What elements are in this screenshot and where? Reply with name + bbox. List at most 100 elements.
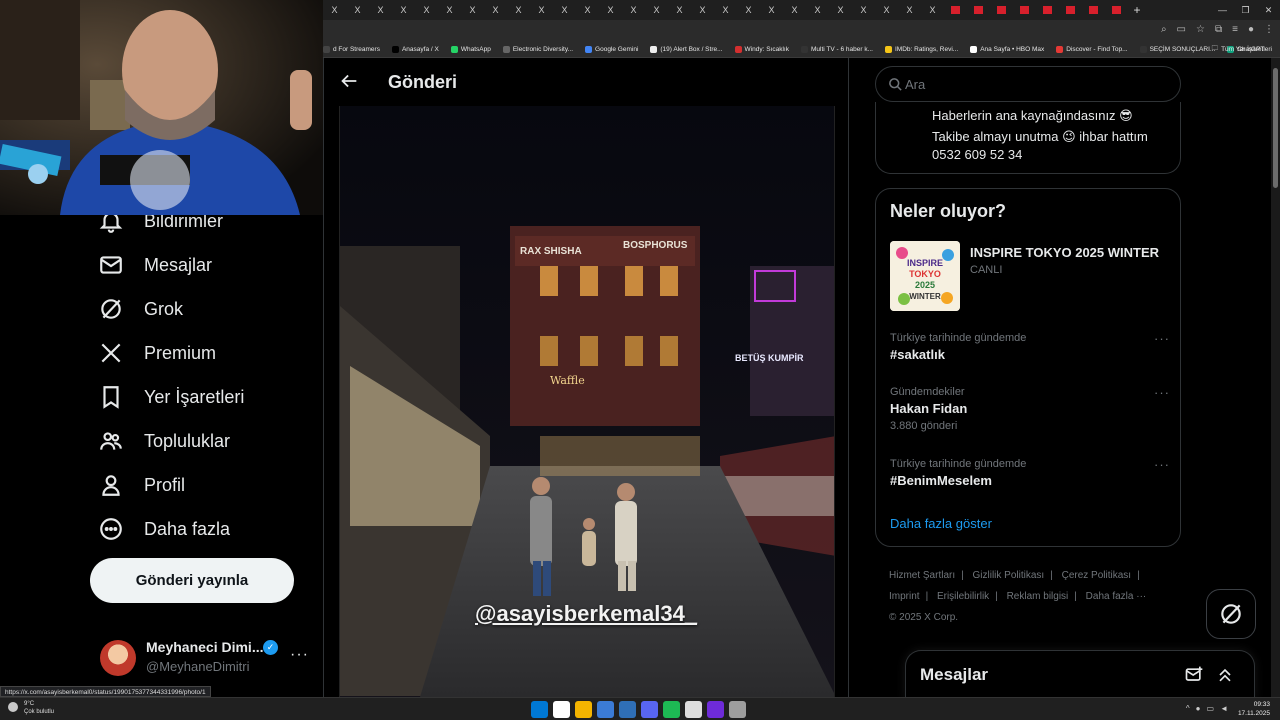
browser-tab[interactable]: X — [760, 0, 783, 20]
media-icon[interactable]: ≡ — [1232, 24, 1238, 35]
footer-link-more[interactable]: Daha fazla ··· — [1086, 591, 1147, 602]
bookmark-item[interactable]: Ana Sayfa • HBO Max — [970, 46, 1044, 53]
browser-tab[interactable]: X — [530, 0, 553, 20]
weather-widget[interactable]: 9°C Çok bulutlu — [8, 700, 54, 716]
bookmark-item[interactable]: Anasayfa / X — [391, 46, 439, 53]
extensions-icon[interactable]: ⧉ — [1215, 24, 1222, 35]
account-switcher[interactable]: Meyhaneci Dimi... ✓ @MeyhaneDimitri ··· — [100, 636, 315, 680]
footer-link-imprint[interactable]: Imprint — [889, 591, 920, 602]
browser-tab[interactable]: X — [553, 0, 576, 20]
browser-tab[interactable]: X — [392, 0, 415, 20]
browser-tab[interactable]: X — [369, 0, 392, 20]
expand-drawer-icon[interactable] — [1215, 665, 1235, 685]
trend-more-icon[interactable]: ··· — [1154, 331, 1170, 346]
app-icon[interactable] — [597, 701, 614, 718]
post-photo[interactable]: RAX SHISHA BOSPHORUS Waffle BETÜŞ KUMPİR… — [339, 106, 835, 697]
nav-grok[interactable]: Grok — [98, 291, 183, 327]
post-button[interactable]: Gönderi yayınla — [90, 558, 294, 603]
browser-tab[interactable]: X — [898, 0, 921, 20]
start-icon[interactable] — [531, 701, 548, 718]
system-clock[interactable]: 09:33 17.11.2025 — [1238, 700, 1270, 718]
chrome-icon[interactable] — [553, 701, 570, 718]
browser-tab[interactable]: X — [921, 0, 944, 20]
back-arrow-icon[interactable] — [338, 70, 360, 92]
menu-icon[interactable]: ⋮ — [1264, 24, 1274, 35]
page-scrollbar[interactable] — [1271, 58, 1280, 697]
browser-tab[interactable]: X — [622, 0, 645, 20]
browser-tab[interactable]: X — [806, 0, 829, 20]
browser-tab[interactable]: X — [576, 0, 599, 20]
search-box[interactable]: Ara — [875, 66, 1181, 102]
footer-link-privacy[interactable]: Gizlilik Politikası — [973, 570, 1045, 581]
browser-tab[interactable]: X — [875, 0, 898, 20]
browser-tab-youtube[interactable] — [1059, 0, 1082, 20]
bookmark-item[interactable]: d For Streamers — [323, 46, 380, 53]
settings-icon[interactable] — [729, 701, 746, 718]
footer-link-cookies[interactable]: Çerez Politikası — [1062, 570, 1131, 581]
steam-icon[interactable] — [619, 701, 636, 718]
browser-tab-youtube[interactable] — [1105, 0, 1128, 20]
nav-profile[interactable]: Profil — [98, 467, 185, 503]
browser-tab[interactable]: X — [323, 0, 346, 20]
nav-bookmarks[interactable]: Yer İşaretleri — [98, 379, 244, 415]
browser-tab-youtube[interactable] — [990, 0, 1013, 20]
featured-event-image[interactable]: INSPIRE TOKYO 2025 WINTER — [890, 241, 960, 311]
star-icon[interactable]: ☆ — [1196, 24, 1205, 35]
chevron-up-icon[interactable]: ^ — [1186, 704, 1190, 713]
minimize-icon[interactable]: — — [1211, 0, 1234, 20]
new-tab-button[interactable]: + — [1128, 0, 1146, 20]
nav-messages[interactable]: Mesajlar — [98, 247, 212, 283]
trend-item[interactable]: Gündemdekiler Hakan Fidan 3.880 gönderi … — [890, 385, 1170, 432]
trend-item[interactable]: Türkiye tarihinde gündemde #sakatlık ··· — [890, 331, 1170, 362]
browser-tab-youtube[interactable] — [967, 0, 990, 20]
browser-tab-youtube[interactable] — [1013, 0, 1036, 20]
file-explorer-icon[interactable] — [575, 701, 592, 718]
bookmark-item[interactable]: SEÇİM SONUÇLARI... — [1139, 46, 1215, 53]
browser-tab[interactable]: X — [461, 0, 484, 20]
footer-link-ads-info[interactable]: Reklam bilgisi — [1007, 591, 1069, 602]
microphone-icon[interactable]: ● — [1196, 704, 1201, 713]
spotify-icon[interactable] — [663, 701, 680, 718]
browser-tab[interactable]: X — [668, 0, 691, 20]
browser-tab[interactable]: X — [714, 0, 737, 20]
trend-more-icon[interactable]: ··· — [1154, 385, 1170, 400]
grok-floating-button[interactable] — [1206, 589, 1256, 639]
browser-tab[interactable]: X — [852, 0, 875, 20]
nav-communities[interactable]: Topluluklar — [98, 423, 230, 459]
browser-tab[interactable]: X — [783, 0, 806, 20]
bookmark-item[interactable]: WhatsApp — [450, 46, 491, 53]
browser-tab[interactable]: X — [599, 0, 622, 20]
bookmark-item[interactable]: (19) Alert Box / Stre... — [650, 46, 723, 53]
browser-tab[interactable]: X — [645, 0, 668, 20]
bookmark-item[interactable]: Windy: Sıcaklık — [734, 46, 789, 53]
browser-tab[interactable]: X — [415, 0, 438, 20]
browser-tab[interactable]: X — [438, 0, 461, 20]
browser-tab[interactable]: X — [346, 0, 369, 20]
app-icon[interactable] — [707, 701, 724, 718]
account-more-icon[interactable]: ··· — [290, 646, 309, 664]
scrollbar-thumb[interactable] — [1273, 68, 1278, 188]
close-window-icon[interactable]: ✕ — [1257, 0, 1280, 20]
nav-more[interactable]: Daha fazla — [98, 511, 230, 547]
browser-tab-youtube[interactable] — [1036, 0, 1059, 20]
network-icon[interactable]: ▭ — [1207, 704, 1215, 713]
browser-tab[interactable]: X — [507, 0, 530, 20]
cast-icon[interactable]: ▭ — [1177, 24, 1186, 35]
all-bookmarks[interactable]: 🗀 Tüm Yer İşaretleri — [1212, 44, 1272, 55]
bookmark-item[interactable]: Multi TV - 6 haber k... — [800, 46, 873, 53]
browser-tab[interactable]: X — [829, 0, 852, 20]
browser-tab[interactable]: X — [737, 0, 760, 20]
bookmark-item[interactable]: Discover - Find Top... — [1056, 46, 1128, 53]
search-input[interactable]: Ara — [905, 77, 925, 92]
new-message-icon[interactable] — [1184, 665, 1204, 685]
browser-tab[interactable]: X — [691, 0, 714, 20]
browser-tab[interactable]: X — [484, 0, 507, 20]
maximize-icon[interactable]: ❐ — [1234, 0, 1257, 20]
messages-drawer[interactable]: Mesajlar — [905, 650, 1255, 700]
nav-premium[interactable]: Premium — [98, 335, 216, 371]
browser-tab-youtube[interactable] — [1082, 0, 1105, 20]
discord-icon[interactable] — [641, 701, 658, 718]
trend-more-icon[interactable]: ··· — [1154, 457, 1170, 472]
footer-link-terms[interactable]: Hizmet Şartları — [889, 570, 955, 581]
zoom-icon[interactable]: ⌕ — [1161, 24, 1167, 35]
